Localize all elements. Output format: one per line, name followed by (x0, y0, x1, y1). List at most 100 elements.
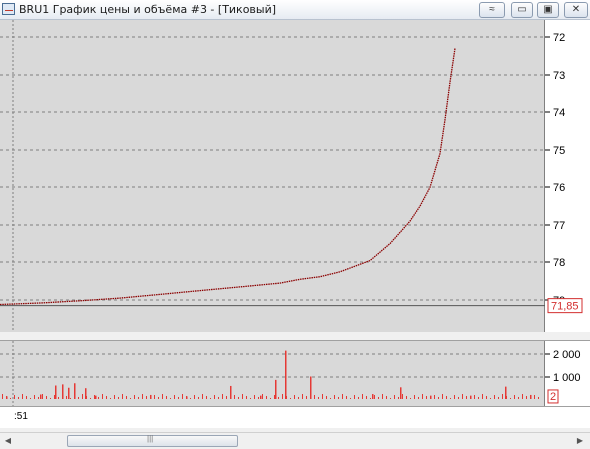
volume-bar (126, 396, 127, 399)
volume-bar (55, 385, 57, 399)
volume-bar (78, 397, 79, 399)
volume-bar (374, 395, 375, 399)
volume-bar (278, 397, 279, 399)
volume-bar (158, 397, 159, 399)
pane-splitter[interactable] (0, 332, 590, 340)
volume-bar (40, 394, 42, 399)
volume-bar (198, 397, 199, 399)
volume-bar (446, 396, 447, 399)
volume-bar (260, 395, 262, 399)
volume-bar (306, 396, 307, 399)
volume-bar (498, 397, 499, 399)
volume-bar (54, 395, 55, 399)
volume-bar (285, 350, 287, 399)
maximize-icon: ▣ (543, 4, 553, 15)
volume-bar (110, 398, 111, 399)
volume-bar (338, 397, 339, 399)
volume-bar (82, 394, 83, 399)
volume-bar (310, 398, 311, 399)
price-tick-label: 76 (553, 182, 565, 194)
volume-bar (202, 394, 203, 399)
volume-bar (142, 394, 143, 399)
price-chart-pane[interactable]: 797877767574737271,85 (0, 20, 590, 332)
scroll-right-icon[interactable]: ▶ (574, 435, 586, 447)
volume-bar (186, 396, 187, 399)
volume-bar (290, 398, 291, 399)
chart-window-icon (2, 3, 15, 15)
volume-bar (458, 397, 459, 399)
price-tick-label: 75 (553, 145, 565, 157)
volume-bar (538, 397, 539, 399)
volume-bar (418, 397, 419, 399)
volume-bar (466, 396, 467, 399)
volume-chart-pane[interactable]: 2 000 1 000 2 (0, 340, 590, 407)
volume-bar (522, 394, 523, 399)
volume-bar (14, 395, 15, 399)
volume-bar (50, 398, 51, 399)
minimize-button[interactable]: ▭ (511, 2, 533, 18)
volume-bar (362, 394, 363, 399)
price-series-line (0, 48, 456, 306)
volume-bar (518, 397, 519, 399)
volume-bar (226, 396, 227, 399)
price-tick-label: 74 (553, 107, 565, 119)
volume-bar (166, 396, 167, 399)
volume-bar (190, 398, 191, 399)
volume-bar (138, 397, 139, 399)
maximize-button[interactable]: ▣ (537, 2, 559, 18)
last-price-label: 71,85 (551, 301, 579, 313)
volume-bar (372, 394, 374, 399)
detach-button[interactable]: ≈ (479, 2, 505, 18)
volume-bar (122, 394, 123, 399)
close-button[interactable]: ✕ (564, 2, 588, 18)
volume-bar (294, 395, 295, 399)
window-titlebar[interactable]: BRU1 График цены и объёма #3 - [Тиковый]… (0, 0, 590, 20)
volume-bar (230, 385, 232, 399)
volume-bar (106, 396, 107, 399)
horizontal-scrollbar[interactable]: ◀ ||| ▶ (0, 432, 590, 449)
volume-bar (134, 395, 135, 399)
detach-icon: ≈ (489, 4, 495, 15)
volume-bar (470, 398, 471, 399)
volume-bar (442, 394, 443, 399)
volume-bar (346, 396, 347, 399)
volume-bar (2, 394, 3, 399)
volume-bar (146, 396, 147, 399)
volume-bar (410, 398, 411, 399)
volume-bar (238, 397, 239, 399)
volume-bar (400, 387, 402, 399)
volume-bar (102, 394, 103, 399)
time-axis: :51 (0, 406, 590, 428)
volume-bar (94, 395, 95, 399)
volume-bar (66, 396, 67, 399)
volume-bar (378, 397, 379, 399)
volume-bar (406, 396, 407, 399)
volume-bar (530, 398, 531, 399)
volume-bar (6, 396, 7, 399)
volume-bar (386, 396, 387, 399)
volume-bar (118, 397, 119, 399)
price-tick-label: 78 (553, 257, 565, 269)
close-icon: ✕ (571, 4, 581, 15)
volume-chart[interactable]: 2 000 1 000 2 (0, 341, 590, 407)
volume-bar (250, 398, 251, 399)
price-chart[interactable]: 797877767574737271,85 (0, 20, 590, 332)
volume-bar (310, 376, 312, 399)
volume-bar (454, 395, 455, 399)
volume-bar (162, 394, 163, 399)
volume-bar (430, 398, 431, 399)
volume-bar (62, 394, 63, 399)
volume-bar (95, 395, 97, 399)
price-tick-label: 77 (553, 220, 565, 232)
volume-bar (510, 398, 511, 399)
volume-bar (194, 395, 195, 399)
volume-bar (74, 395, 75, 399)
volume-bar (502, 394, 503, 399)
volume-bar (22, 394, 23, 399)
scroll-left-icon[interactable]: ◀ (2, 435, 14, 447)
volume-bar (438, 397, 439, 399)
volume-bar (254, 395, 255, 399)
volume-bar (178, 397, 179, 399)
volume-bar (366, 396, 367, 399)
minimize-icon: ▭ (517, 4, 527, 15)
